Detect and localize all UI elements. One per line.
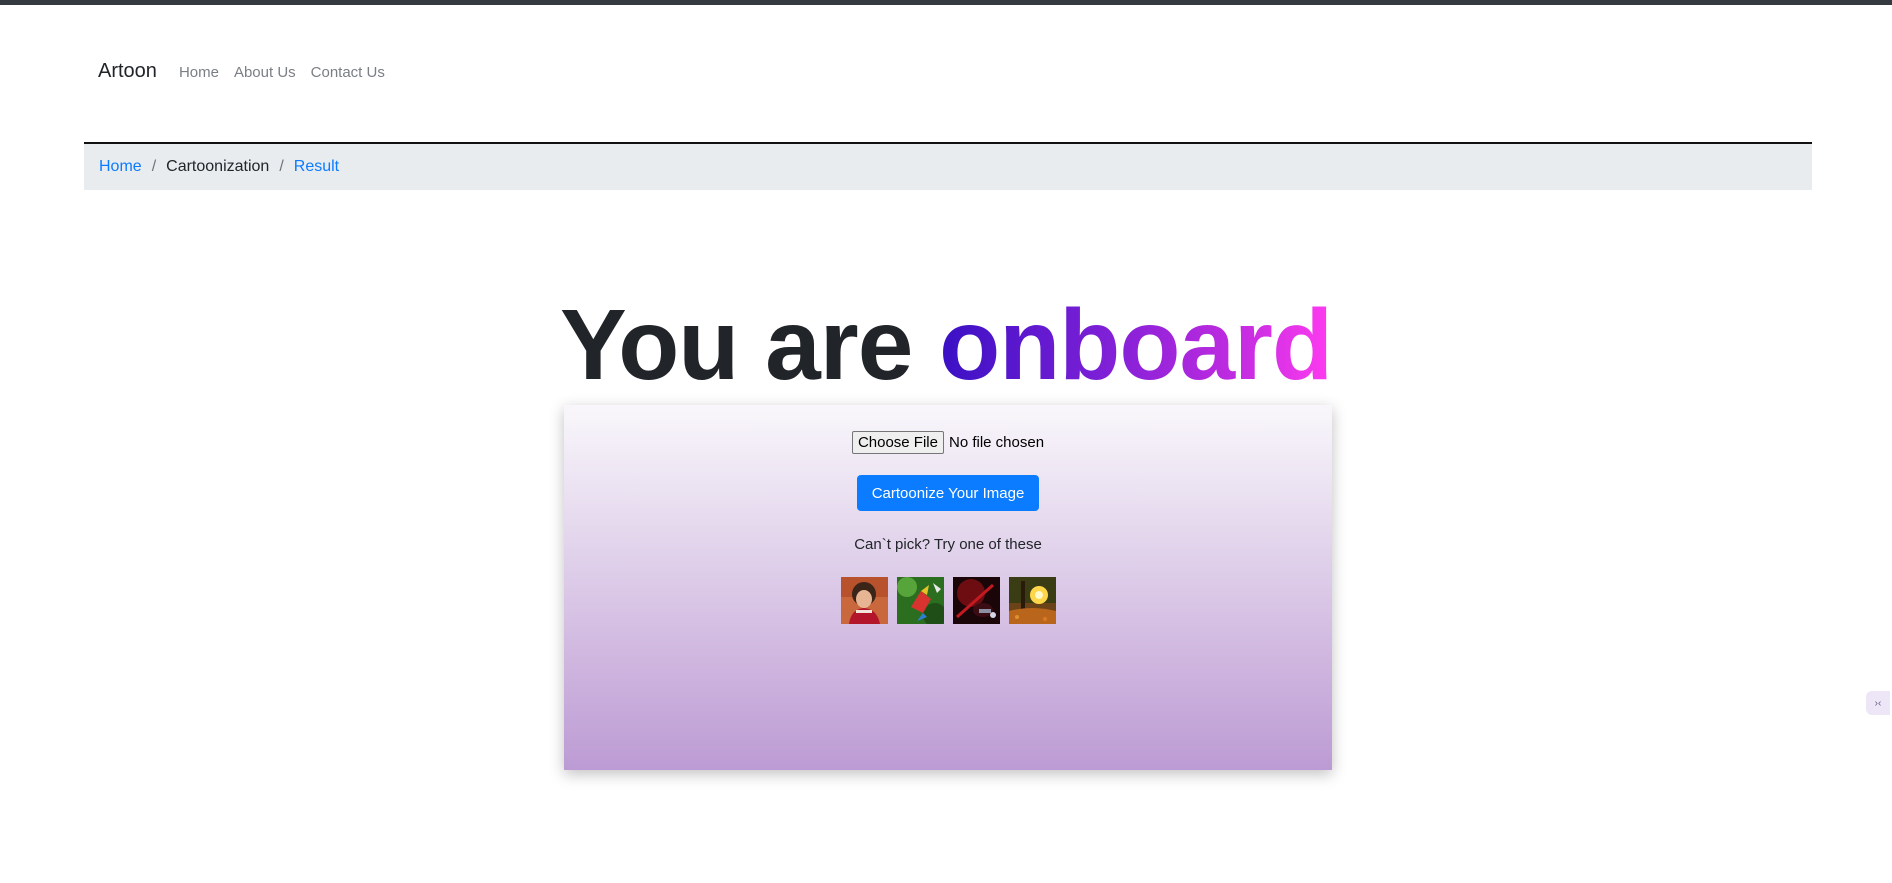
sample-image-forest[interactable]	[1008, 577, 1056, 624]
breadcrumb-home[interactable]: Home	[99, 158, 142, 176]
navbar: Artoon Home About Us Contact Us	[98, 60, 400, 83]
side-extension-icon[interactable]: ›‹	[1866, 691, 1890, 715]
breadcrumb-separator: /	[151, 158, 157, 175]
breadcrumb-result[interactable]: Result	[294, 158, 339, 176]
nav-link-home[interactable]: Home	[179, 64, 219, 81]
brand-logo[interactable]: Artoon	[98, 60, 157, 83]
nav-link-contact[interactable]: Contact Us	[311, 64, 385, 81]
hero-heading: You are onboard	[0, 285, 1892, 405]
top-border	[0, 0, 1892, 5]
file-input[interactable]: Choose File No file chosen	[564, 431, 1332, 454]
choose-file-button[interactable]: Choose File	[851, 431, 944, 454]
hero-plain-text: You are	[559, 289, 913, 401]
sample-image-guitar[interactable]	[952, 577, 1000, 624]
sample-image-girl[interactable]	[840, 577, 888, 624]
file-status: No file chosen	[948, 434, 1045, 451]
hero-gradient-text: onboard	[939, 289, 1333, 401]
cartoonize-button[interactable]: Cartoonize Your Image	[856, 475, 1040, 511]
sample-prompt: Can`t pick? Try one of these	[854, 536, 1042, 553]
breadcrumb-cartoonization: Cartoonization	[166, 158, 270, 175]
nav-link-about[interactable]: About Us	[234, 64, 296, 81]
breadcrumb-separator: /	[279, 158, 284, 175]
upload-card: Choose File No file chosen Cartoonize Yo…	[564, 405, 1332, 770]
sample-thumbnails	[564, 577, 1332, 624]
sample-image-parrot[interactable]	[896, 577, 944, 624]
breadcrumb: Home / Cartoonization / Result	[84, 144, 1812, 190]
